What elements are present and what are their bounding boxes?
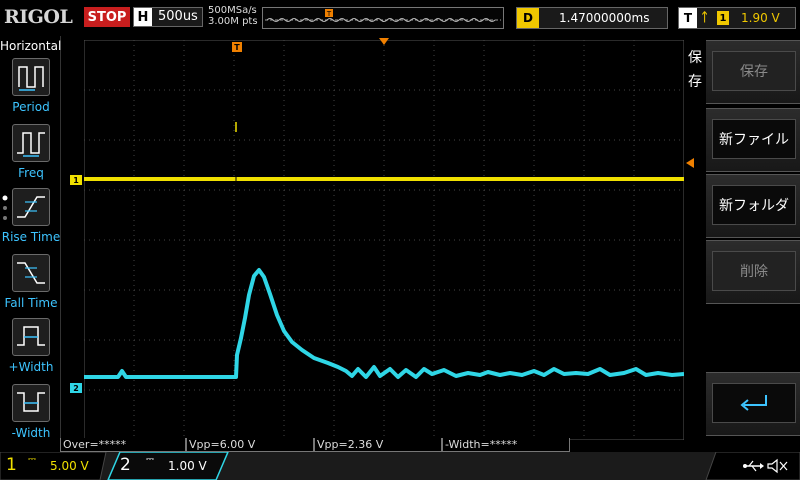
memory-depth: 3.00M pts [208, 16, 258, 27]
menu-item-fall-time[interactable]: Fall Time [0, 254, 60, 318]
frequency-icon [12, 124, 50, 162]
trigger-key: T [679, 8, 697, 28]
memory-overview-wave: T [265, 9, 501, 22]
new-folder-button-label: 新フォルダ [712, 185, 796, 225]
menu-title: Horizontal [0, 39, 62, 53]
delay-value: 1.47000000ms [559, 11, 650, 25]
menu-label-fall-time: Fall Time [4, 296, 58, 310]
menu-label-period: Period [12, 100, 50, 114]
ch1-number: 1 [6, 455, 17, 475]
status-icons [742, 457, 794, 475]
new-file-button[interactable]: 新ファイル [706, 108, 800, 172]
new-file-button-label: 新ファイル [712, 119, 796, 159]
menu-item-rise-time[interactable]: Rise Time [0, 188, 60, 252]
waveform-display[interactable]: T [83, 38, 685, 441]
measure-menu: Horizontal Period Freq Rise Time Fall Ti… [0, 36, 61, 452]
brand-logo: RIGOL [4, 6, 73, 28]
dc-coupling-icon: ⎓ [28, 454, 36, 465]
acquisition-info: 500MSa/s 3.00M pts [208, 5, 258, 27]
ch2-settings[interactable]: 2 ⎓ 1.00 V [110, 452, 228, 480]
falling-edge-icon: ᛏ [701, 10, 709, 24]
menu-page-indicator [2, 195, 8, 220]
delay-key: D [517, 8, 539, 28]
save-button-label: 保存 [712, 51, 796, 91]
horizontal-key: H [134, 8, 152, 26]
timebase-value: 500us [158, 9, 198, 24]
memory-overview-strip[interactable]: T [262, 7, 504, 29]
menu-item-negative-width[interactable]: -Width [0, 384, 60, 448]
sample-rate: 500MSa/s [208, 5, 257, 16]
save-button[interactable]: 保存 [706, 40, 800, 104]
waveform-grid [83, 39, 685, 441]
menu-label-freq: Freq [18, 166, 44, 180]
ch2-number: 2 [120, 455, 131, 475]
measurement-bar: Over=***** Vpp=6.00 V Vpp=2.36 V -Width=… [60, 438, 700, 452]
menu-item-period[interactable]: Period [0, 58, 60, 122]
status-bar: RIGOL STOP H 500us 500MSa/s 3.00M pts T … [0, 0, 800, 36]
delete-button-label: 削除 [712, 251, 796, 291]
usb-icon [743, 460, 764, 472]
dc-coupling-icon: ⎓ [146, 454, 154, 465]
run-stop-button[interactable]: STOP [84, 7, 130, 27]
menu-label-rise-time: Rise Time [1, 230, 61, 244]
enter-button[interactable] [706, 372, 800, 436]
ch1-ground-marker[interactable]: 1 [70, 175, 82, 185]
horizontal-timebase[interactable]: H 500us [133, 7, 203, 27]
ch1-scale: 5.00 V [50, 459, 89, 473]
trigger-settings[interactable]: T ᛏ 1 1.90 V [678, 7, 796, 29]
measurement-overshoot[interactable]: Over=***** [60, 438, 186, 452]
period-icon [12, 58, 50, 96]
trigger-position-marker: T [232, 42, 242, 52]
measurement-ch1-vpp[interactable]: Vpp=6.00 V [186, 438, 314, 452]
trigger-level: 1.90 V [741, 11, 780, 25]
menu-item-freq[interactable]: Freq [0, 124, 60, 188]
horizontal-delay[interactable]: D 1.47000000ms [516, 7, 668, 29]
ch2-scale: 1.00 V [168, 459, 207, 473]
enter-return-icon [712, 383, 796, 423]
trigger-source: 1 [717, 11, 729, 25]
ch2-ground-marker[interactable]: 2 [70, 383, 82, 393]
menu-label-positive-width: +Width [8, 360, 54, 374]
fall-time-icon [12, 254, 50, 292]
save-menu: 保存 新ファイル 新フォルダ 削除 [686, 36, 800, 452]
new-folder-button[interactable]: 新フォルダ [706, 174, 800, 238]
measurement-negative-width[interactable]: -Width=***** [442, 438, 570, 452]
measurement-ch2-vpp[interactable]: Vpp=2.36 V [314, 438, 442, 452]
svg-text:T: T [326, 10, 332, 18]
delete-button[interactable]: 削除 [706, 240, 800, 304]
positive-width-icon [12, 318, 50, 356]
ch1-settings[interactable]: 1 ⎓ 5.00 V [0, 452, 110, 480]
rise-time-icon [12, 188, 50, 226]
time-center-marker [379, 38, 389, 45]
negative-width-icon [12, 384, 50, 422]
menu-label-negative-width: -Width [11, 426, 51, 440]
menu-item-positive-width[interactable]: +Width [0, 318, 60, 382]
speaker-mute-icon [767, 458, 788, 474]
